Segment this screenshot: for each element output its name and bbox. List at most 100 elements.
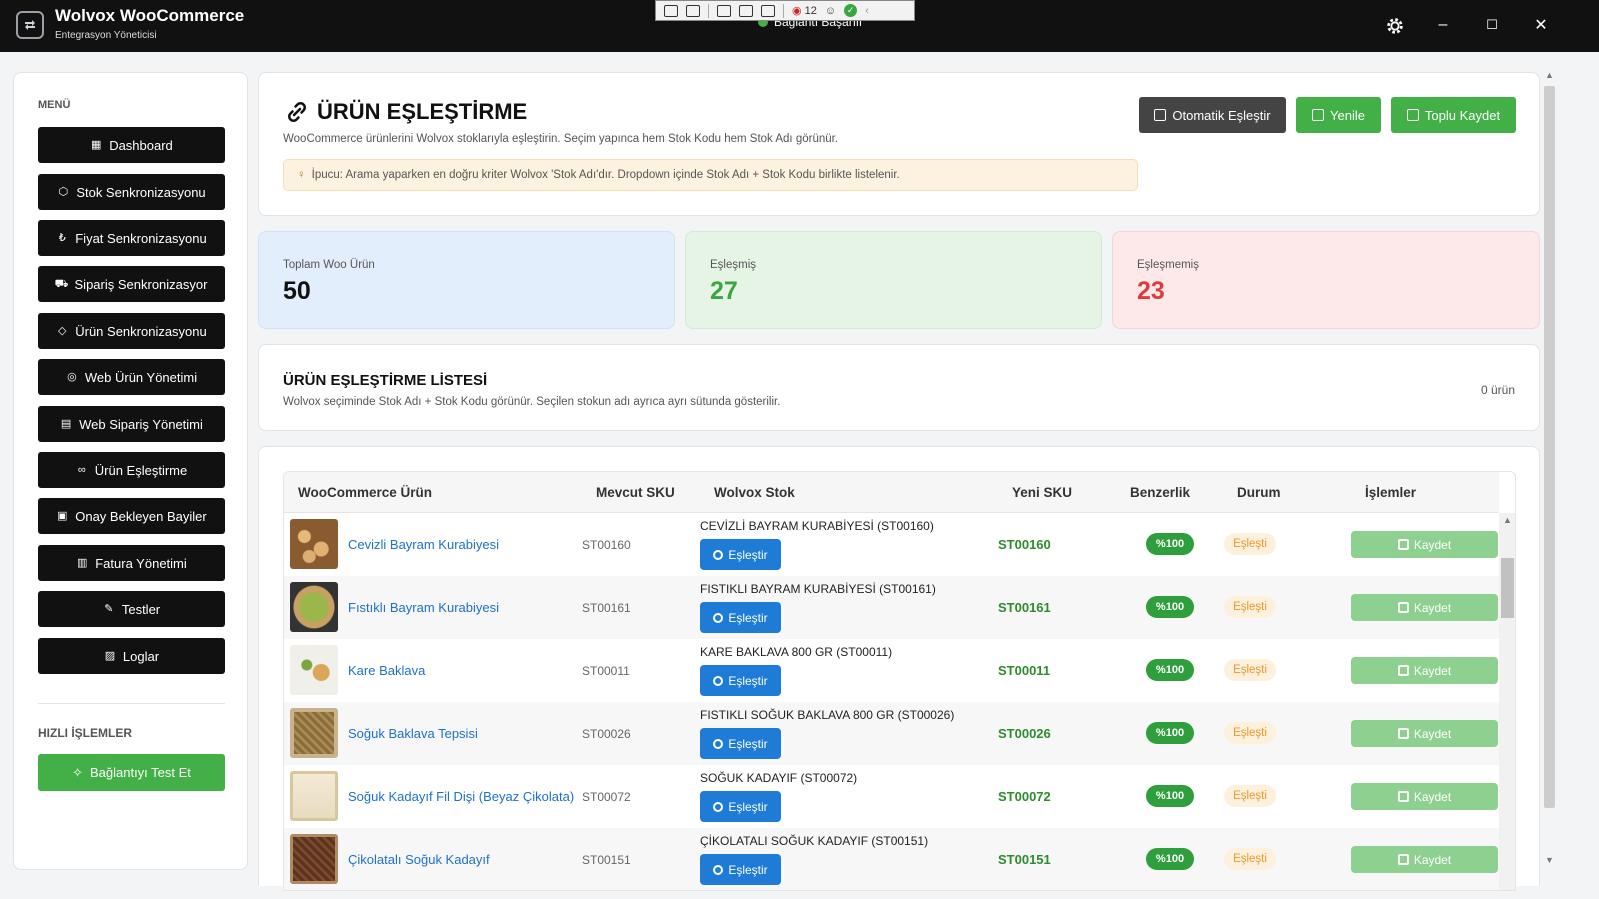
save-button[interactable]: Kaydet [1351,657,1498,684]
gear-icon[interactable] [1381,12,1409,40]
layout-icon[interactable] [761,4,775,17]
table-header: WooCommerce Ürün Mevcut SKU Wolvox Stok … [284,472,1499,513]
link-icon [288,102,306,122]
minimize-button[interactable]: – [1429,12,1457,38]
save-button[interactable]: Kaydet [1351,531,1498,558]
scroll-up-icon[interactable]: ▲ [1503,515,1512,525]
auto-match-button[interactable]: Otomatik Eşleştir [1139,97,1286,133]
scroll-up-icon[interactable]: ▲ [1545,70,1554,80]
sidebar-item-web-orders[interactable]: ▤ Web Sipariş Yönetimi [38,406,225,442]
tag-icon: ◇ [58,324,67,337]
sidebar-item-stock-sync[interactable]: ⬡ Stok Senkronizasyonu [38,174,225,210]
frame-icon[interactable] [739,4,753,17]
cursor-icon[interactable] [717,4,731,17]
sidebar-item-product-sync[interactable]: ◇ Ürün Senkronizasyonu [38,313,225,349]
column-header[interactable]: Durum [1237,485,1281,500]
new-sku: ST00151 [998,852,1051,867]
match-button[interactable]: Eşleştir [700,665,781,696]
test-connection-button[interactable]: ✧ Bağlantıyı Test Et [38,754,225,791]
table-scrollbar[interactable]: ▲ [1499,513,1515,890]
video-icon[interactable] [686,4,700,17]
product-name-link[interactable]: Cevizli Bayram Kurabiyesi [348,537,499,552]
receipt-icon: ▥ [77,556,88,569]
box-icon: ⬡ [58,185,69,198]
page-header-card: ÜRÜN EŞLEŞTİRME WooCommerce ürünlerini W… [258,72,1540,216]
status-badge: Eşleşti [1224,785,1276,807]
status-badge: Eşleşti [1224,722,1276,744]
maximize-button[interactable]: ☐ [1478,12,1506,38]
product-name-link[interactable]: Çikolatalı Soğuk Kadayıf [348,852,490,867]
refresh-button[interactable]: Yenile [1296,97,1381,133]
refresh-icon [1312,109,1325,121]
save-icon [1397,665,1409,676]
sidebar-item-order-sync[interactable]: ⛟ Sipariş Senkronizasyor [38,266,225,302]
close-button[interactable]: ✕ [1527,12,1555,38]
save-button[interactable]: Kaydet [1351,846,1498,873]
bulk-save-button[interactable]: Toplu Kaydet [1391,97,1516,133]
product-thumbnail [290,834,338,884]
save-button[interactable]: Kaydet [1351,783,1498,810]
collapse-icon[interactable]: ‹ [865,5,869,17]
new-sku: ST00026 [998,726,1051,741]
sidebar: MENÜ ▦ Dashboard ⬡ Stok Senkronizasyonu ₺ F… [13,72,248,870]
check-icon: ✓ [844,4,858,17]
product-name-link[interactable]: Kare Baklava [348,663,425,678]
match-button[interactable]: Eşleştir [700,791,781,822]
save-button[interactable]: Kaydet [1351,594,1498,621]
stat-total-card: Toplam Woo Ürün 50 [258,231,675,329]
product-name-link[interactable]: Soğuk Baklava Tepsisi [348,726,478,741]
sidebar-item-pending-dealers[interactable]: ▣ Onay Bekleyen Bayiler [38,498,225,534]
product-name-link[interactable]: Fıstıklı Bayram Kurabiyesi [348,600,499,615]
search-icon [713,549,724,560]
column-header[interactable]: Wolvox Stok [714,485,795,500]
sidebar-item-dashboard[interactable]: ▦ Dashboard [38,127,225,163]
title-bar: Wolvox WooCommerce Entegrasyon Yöneticis… [0,0,1599,52]
sidebar-divider [38,703,225,704]
match-button[interactable]: Eşleştir [700,602,781,633]
table-row: Soğuk Baklava Tepsisi ST00026 FISTIKLI S… [284,702,1499,765]
sidebar-item-price-sync[interactable]: ₺ Fiyat Senkronizasyonu [38,220,225,256]
current-sku: ST00151 [582,853,631,867]
column-header[interactable]: İşlemler [1365,485,1416,500]
product-name-link[interactable]: Soğuk Kadayıf Fil Dişi (Beyaz Çikolata) [348,789,574,804]
quick-actions-label: HIZLI İŞLEMLER [38,726,132,740]
similarity-badge: %100 [1146,596,1194,618]
product-thumbnail [290,771,338,821]
accessibility-icon[interactable]: ☺ [825,5,836,17]
table-card: WooCommerce Ürün Mevcut SKU Wolvox Stok … [258,446,1540,891]
table-scrollbar-thumb[interactable] [1501,558,1514,618]
column-header[interactable]: WooCommerce Ürün [298,485,432,500]
page-title: ÜRÜN EŞLEŞTİRME [285,99,527,125]
match-button[interactable]: Eşleştir [700,728,781,759]
tip-banner: ♀ İpucu: Arama yaparken en doğru kriter … [283,159,1138,191]
match-button[interactable]: Eşleştir [700,854,781,885]
sidebar-item-tests[interactable]: ✎ Testler [38,591,225,627]
log-icon: ▨ [104,649,116,662]
table-row: Çikolatalı Soğuk Kadayıf ST00151 ÇİKOLAT… [284,828,1499,890]
matching-table: WooCommerce Ürün Mevcut SKU Wolvox Stok … [283,471,1516,891]
match-button[interactable]: Eşleştir [700,539,781,570]
similarity-badge: %100 [1146,659,1194,681]
wolvox-stock-name: FISTIKLI BAYRAM KURABİYESİ (ST00161) [700,582,936,596]
page-scrollbar[interactable]: ▲ ▼ [1541,52,1558,882]
sidebar-item-logs[interactable]: ▨ Loglar [38,638,225,674]
search-icon [713,612,724,623]
search-icon [713,864,724,875]
sidebar-item-product-matching[interactable]: ∞ Ürün Eşleştirme [38,452,225,488]
app-logo-icon [16,11,44,39]
list-header-card: ÜRÜN EŞLEŞTİRME LİSTESİ Wolvox seçiminde… [258,344,1540,431]
scroll-down-icon[interactable]: ▼ [1545,855,1554,865]
cart-icon: ⛟ [54,277,69,290]
new-sku: ST00011 [998,663,1051,678]
save-button[interactable]: Kaydet [1351,720,1498,747]
column-header[interactable]: Yeni SKU [1012,485,1072,500]
current-sku: ST00161 [582,601,631,615]
select-element-icon[interactable] [664,4,678,17]
app-subtitle: Entegrasyon Yöneticisi [55,30,157,41]
sidebar-item-web-products[interactable]: ◎ Web Ürün Yönetimi [38,359,225,395]
column-header[interactable]: Benzerlik [1130,485,1190,500]
sidebar-item-invoices[interactable]: ▥ Fatura Yönetimi [38,545,225,581]
table-row: Fıstıklı Bayram Kurabiyesi ST00161 FISTI… [284,576,1499,639]
page-scrollbar-thumb[interactable] [1544,86,1555,808]
column-header[interactable]: Mevcut SKU [596,485,675,500]
